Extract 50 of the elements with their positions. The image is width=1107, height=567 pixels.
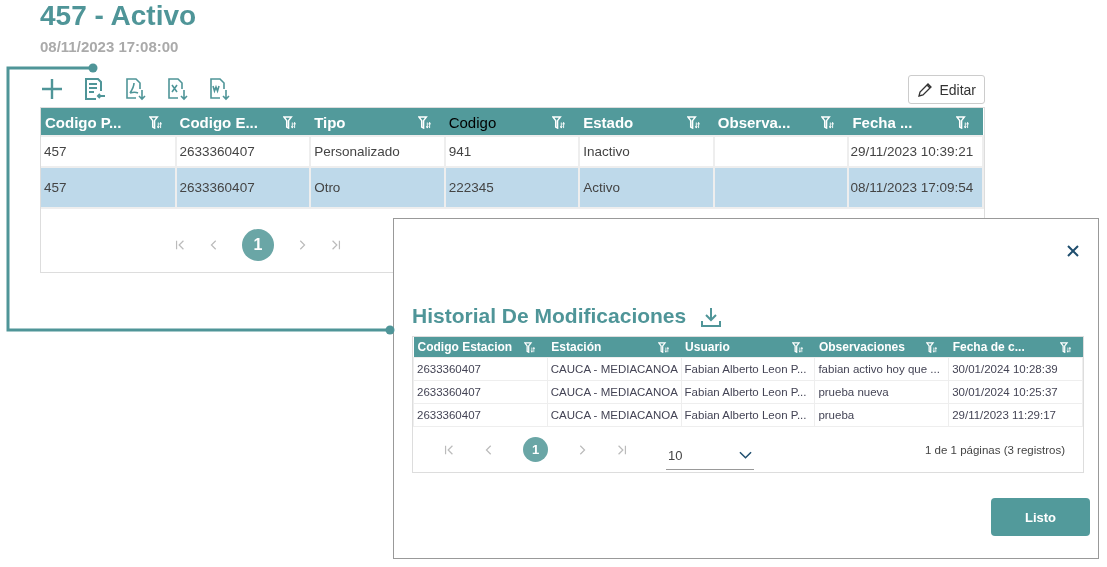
- column-header[interactable]: Observa...: [713, 108, 849, 136]
- table-cell: 941: [448, 144, 472, 159]
- table-cell: 29/11/2023 11:29:17: [948, 403, 1083, 427]
- table-row[interactable]: 457 2633360407 Personalizado 941 Inactivo 29/11/2023 10:39:21: [41, 136, 983, 167]
- table-cell: Fabian Alberto Leon P...: [681, 380, 815, 404]
- table-cell: 2633360407: [413, 357, 548, 381]
- table-cell: Activo: [583, 180, 620, 195]
- page-button[interactable]: 1: [242, 229, 274, 261]
- table-cell: fabian activo hoy que ...: [814, 357, 949, 381]
- table-row[interactable]: 457 2633360407 Otro 222345 Activo 08/11/2023 17:09:54: [41, 167, 983, 208]
- table-cell: prueba: [814, 403, 949, 427]
- pagination-summary: 1 de 1 páginas (3 registros): [925, 443, 1065, 456]
- table-cell: CAUCA - MEDIACANOA: [547, 380, 682, 404]
- column-header[interactable]: Codigo P...: [41, 108, 176, 136]
- table-cell: 2633360407: [179, 180, 255, 195]
- column-header[interactable]: Tipo: [310, 108, 445, 136]
- table-cell: 29/11/2023 10:39:21: [850, 144, 974, 159]
- date-text: 08/11/2023 17:08:00: [40, 38, 180, 56]
- table-cell: 457: [44, 180, 67, 195]
- page-button[interactable]: 1: [523, 437, 548, 462]
- column-header[interactable]: Observaciones: [814, 337, 949, 358]
- column-header[interactable]: Codigo: [444, 108, 580, 136]
- page-size-select[interactable]: 10: [666, 441, 754, 470]
- done-button[interactable]: Listo: [991, 498, 1090, 536]
- table-cell: 30/01/2024 10:25:37: [948, 380, 1083, 404]
- table-cell: 2633360407: [413, 380, 548, 404]
- column-header[interactable]: Estación: [547, 337, 682, 358]
- table-cell: Inactivo: [583, 144, 630, 159]
- table-cell: 222345: [448, 180, 494, 195]
- table-cell: 08/11/2023 17:09:54: [850, 180, 974, 195]
- table-cell: 457: [44, 144, 67, 159]
- table-cell: CAUCA - MEDIACANOA: [547, 403, 682, 427]
- table-cell: 30/01/2024 10:28:39: [948, 357, 1083, 381]
- table-cell: Fabian Alberto Leon P...: [681, 357, 815, 381]
- page-title: 457 - Activo: [40, 0, 198, 32]
- table-cell: Fabian Alberto Leon P...: [681, 403, 815, 427]
- column-header[interactable]: Codigo Estacion: [413, 337, 548, 358]
- column-header[interactable]: Codigo E...: [175, 108, 311, 136]
- column-header[interactable]: Estado: [579, 108, 714, 136]
- modal-title: Historial De Modificaciones: [412, 304, 687, 328]
- column-header[interactable]: Fecha de c...: [948, 337, 1083, 358]
- column-header[interactable]: Usuario: [681, 337, 815, 358]
- column-header[interactable]: Fecha ...: [848, 108, 983, 136]
- table-cell: CAUCA - MEDIACANOA: [547, 357, 682, 381]
- table-cell: 2633360407: [179, 144, 255, 159]
- table-cell: 2633360407: [413, 403, 548, 427]
- table-cell: prueba nueva: [814, 380, 949, 404]
- edit-button[interactable]: Editar: [908, 75, 985, 104]
- table-cell: Personalizado: [314, 144, 400, 159]
- table-cell: Otro: [314, 180, 341, 195]
